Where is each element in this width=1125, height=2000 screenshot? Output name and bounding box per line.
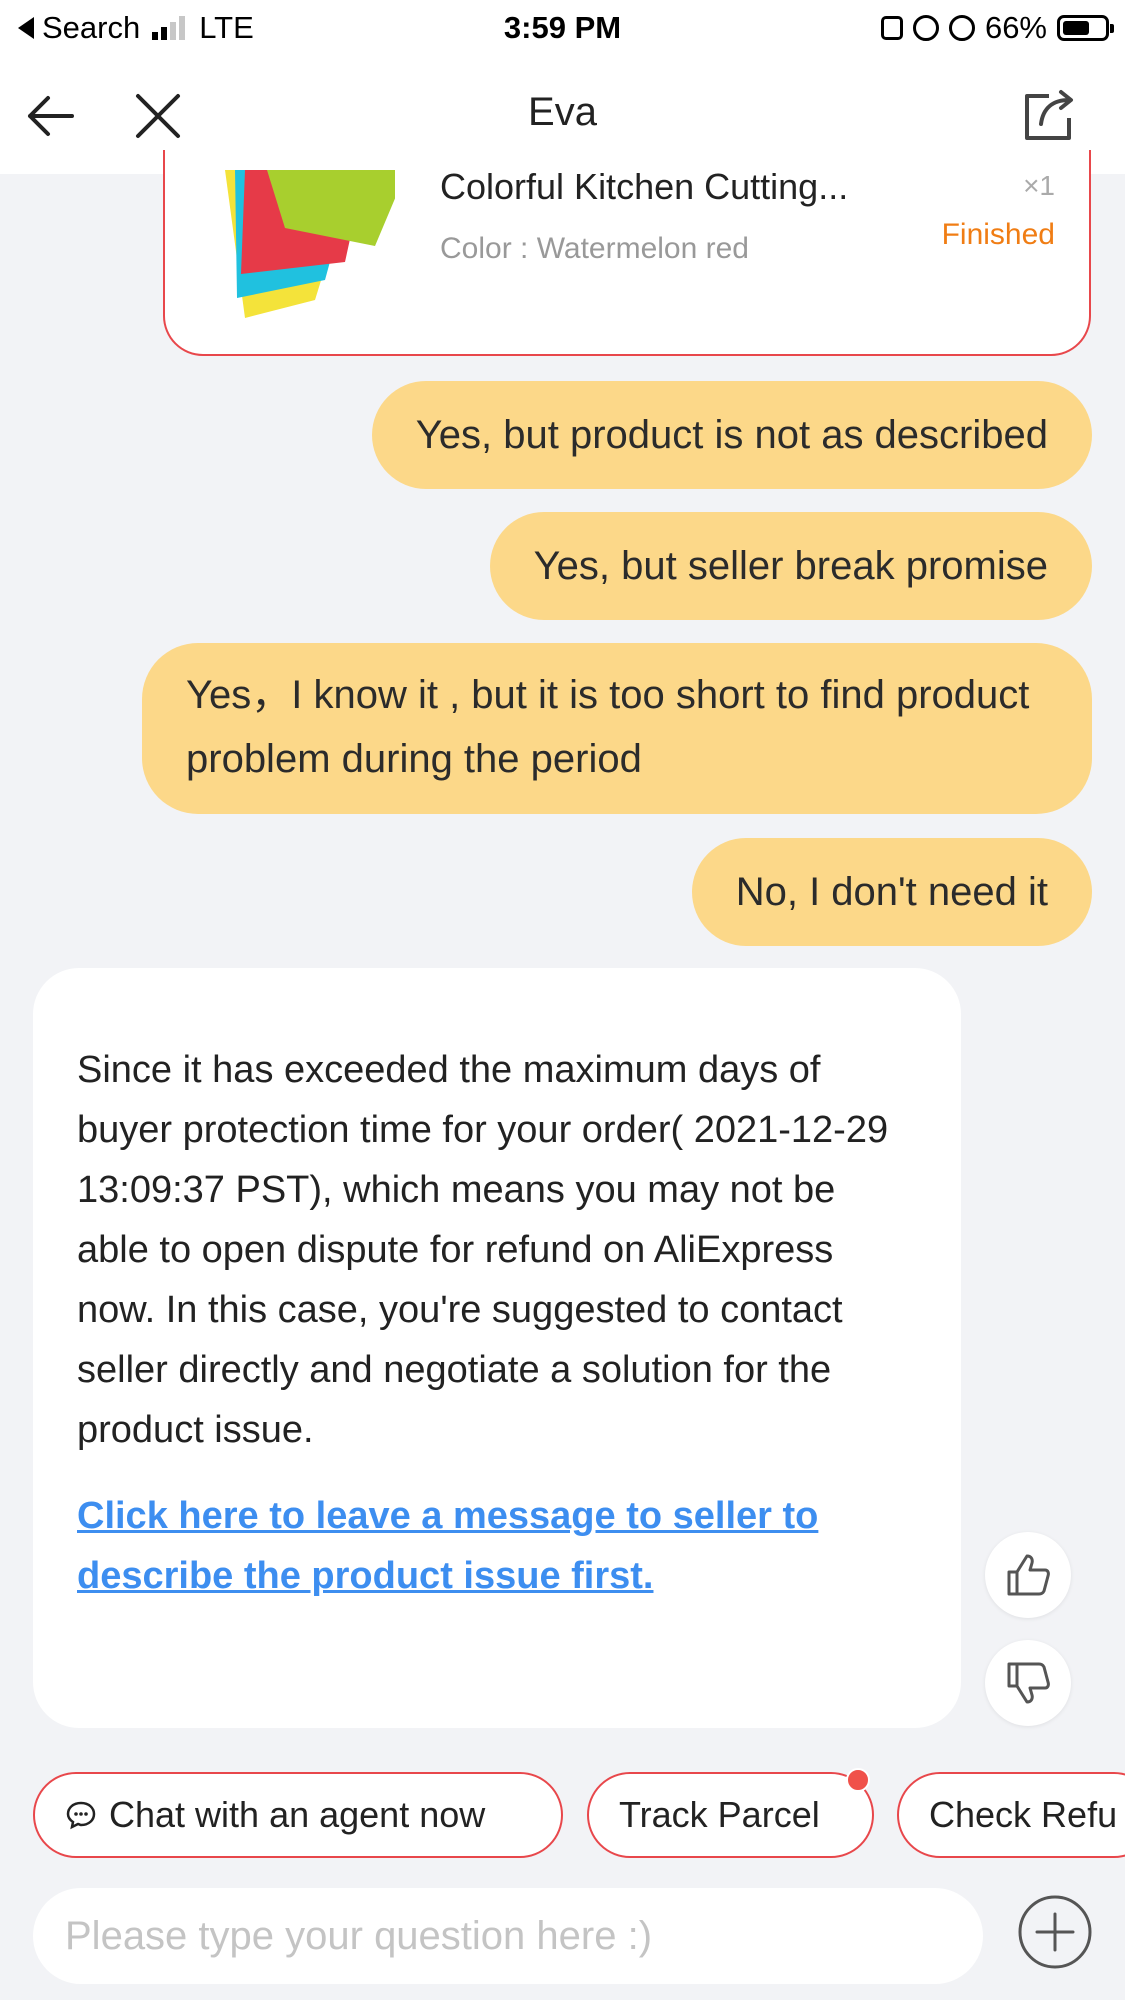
user-message: Yes，I know it , but it is too short to f…: [142, 643, 1092, 814]
battery-percent: 66%: [984, 10, 1047, 45]
product-variant: Color : Watermelon red: [440, 232, 749, 265]
check-refund-chip[interactable]: Check Refu: [897, 1772, 1125, 1858]
notification-dot: [846, 1768, 870, 1792]
question-input[interactable]: [33, 1888, 983, 1984]
battery-icon: [1057, 15, 1114, 41]
thumbs-down-icon: [1007, 1662, 1050, 1704]
product-quantity: ×1: [1023, 170, 1055, 201]
thumbs-down-button[interactable]: [985, 1640, 1071, 1726]
product-title: Colorful Kitchen Cutting...: [440, 166, 849, 207]
chip-label: Track Parcel: [619, 1794, 820, 1835]
agent-message-text: Since it has exceeded the maximum days o…: [77, 1049, 889, 1451]
battery-fill: [1063, 21, 1090, 35]
status-bar: Search LTE 3:59 PM 66%: [0, 0, 1125, 58]
alarm-icon: [948, 15, 975, 41]
thumbs-up-button[interactable]: [985, 1532, 1071, 1618]
chip-label: Chat with an agent now: [109, 1794, 486, 1835]
orientation-lock-icon: [912, 15, 939, 41]
user-message: No, I don't need it: [691, 838, 1092, 946]
leave-message-link[interactable]: Click here to leave a message to seller …: [77, 1486, 917, 1606]
thumbs-up-icon: [1007, 1554, 1050, 1596]
share-icon[interactable]: [1019, 84, 1079, 144]
contact-icon: [880, 16, 903, 40]
user-message: Yes, but product is not as described: [371, 381, 1092, 489]
agent-message: Since it has exceeded the maximum days o…: [33, 968, 961, 1728]
track-parcel-chip[interactable]: Track Parcel: [587, 1768, 874, 1858]
status-right: 66%: [880, 10, 1114, 46]
product-image: [225, 170, 395, 318]
chip-label: Check Refu: [929, 1794, 1118, 1835]
chat-bubble-icon: [66, 1801, 96, 1830]
product-card[interactable]: Colorful Kitchen Cutting... Color : Wate…: [163, 150, 1091, 356]
plus-icon[interactable]: [1015, 1892, 1095, 1972]
user-message: Yes, but seller break promise: [489, 512, 1092, 620]
chat-with-agent-chip[interactable]: Chat with an agent now: [33, 1772, 563, 1858]
page-title: Eva: [528, 90, 597, 134]
order-status: Finished: [941, 218, 1055, 251]
